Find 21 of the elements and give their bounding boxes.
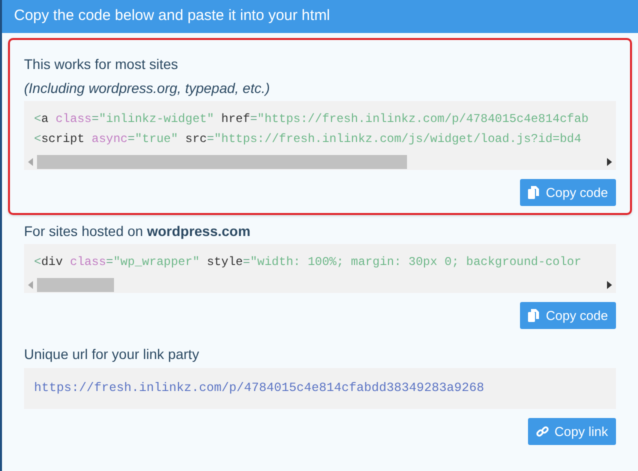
scroll-right-icon[interactable] <box>607 280 612 288</box>
copy-icon <box>528 309 540 322</box>
copy-icon <box>528 186 540 199</box>
section-title: This works for most sites <box>24 55 180 74</box>
scroll-left-icon[interactable] <box>28 280 33 288</box>
copy-button[interactable]: Copy code <box>520 179 616 206</box>
section-title: Unique url for your link party <box>24 345 200 364</box>
section-subtitle: (Including wordpress.org, typepad, etc.) <box>24 79 271 98</box>
header-title: Copy the code below and paste it into your html <box>14 6 330 26</box>
link-icon <box>536 425 549 438</box>
url-text: https://fresh.inlinkz.com/p/4784015c4e814cfabdd38349283a9268 <box>34 380 484 398</box>
code-line: <script async="true" src="https://fresh.inlinkz.com/js/widget/load.js?id=bd4 <box>34 131 582 148</box>
code-line: <a class="inlinkz-widget" href="https://fresh.inlinkz.com/p/4784015c4e814cfab <box>34 111 590 128</box>
scroll-right-icon[interactable] <box>607 158 612 166</box>
copy-button[interactable]: Copy link <box>528 418 616 445</box>
scroll-left-icon[interactable] <box>28 158 33 166</box>
code-line: <div class="wp_wrapper" style="width: 100%; margin: 30px 0; background-color <box>34 254 582 271</box>
scrollbar-thumb[interactable] <box>37 154 407 168</box>
scrollbar-thumb[interactable] <box>37 278 114 292</box>
copy-button[interactable]: Copy code <box>520 302 616 329</box>
section-title: For sites hosted on wordpress.com <box>24 222 252 241</box>
